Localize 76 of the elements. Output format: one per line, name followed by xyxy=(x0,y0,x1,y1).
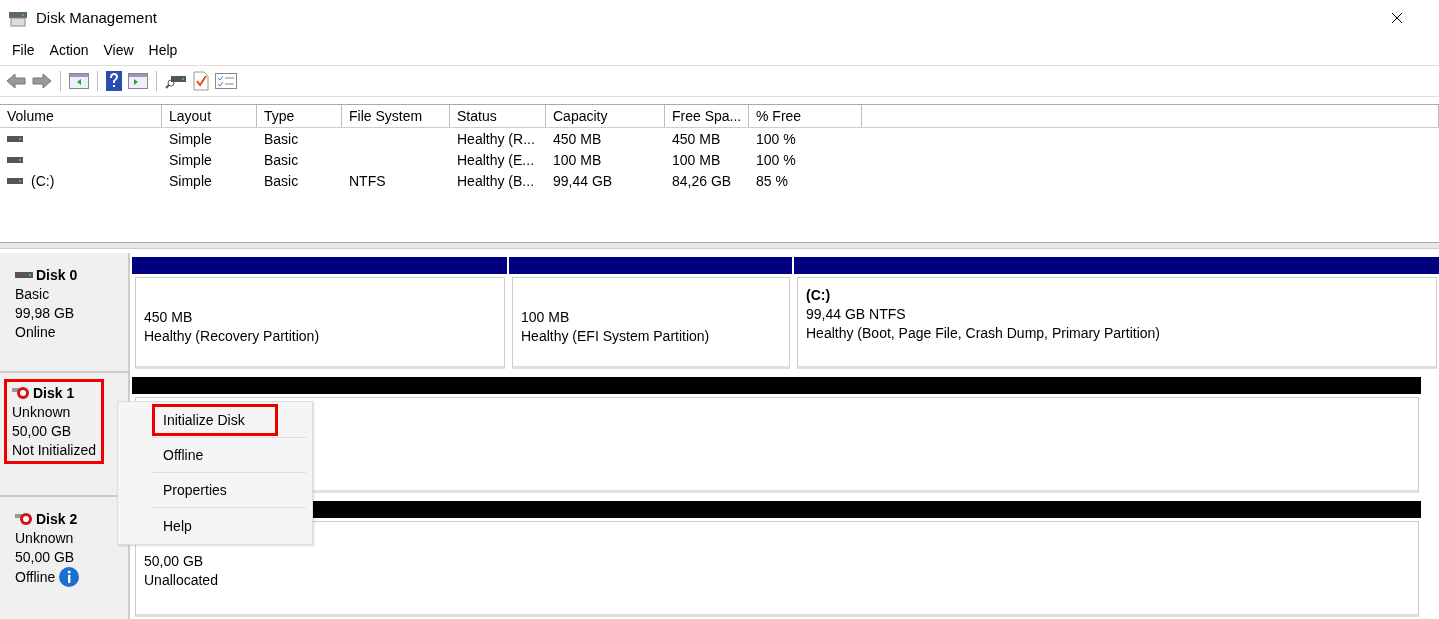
disk-drive-icon xyxy=(15,270,33,280)
table-cell: 100 MB xyxy=(672,151,721,168)
pane-right-icon[interactable] xyxy=(128,73,148,89)
disk-size: 99,98 GB xyxy=(15,304,76,322)
close-icon[interactable] xyxy=(1391,11,1403,24)
disk-type: Unknown xyxy=(15,529,75,547)
disk-status: Online xyxy=(15,323,56,341)
menu-item[interactable]: Properties xyxy=(152,474,260,506)
partition-block[interactable]: (C:) 99,44 GB NTFS Healthy (Boot, Page File, Crash Dump, Primary Partition) xyxy=(797,277,1437,369)
table-cell: Simple xyxy=(169,151,212,168)
window-title: Disk Management xyxy=(36,9,157,26)
menu-item[interactable]: File xyxy=(4,42,42,58)
volume-drive-icon xyxy=(7,176,23,185)
disk-error-icon xyxy=(15,512,33,526)
table-cell: 100 % xyxy=(756,151,796,168)
partition-status: Healthy (Recovery Partition) xyxy=(144,327,321,346)
table-cell: Basic xyxy=(264,151,299,168)
partition-block[interactable]: 100 MB Healthy (EFI System Partition) xyxy=(512,277,790,369)
table-cell: 100 % xyxy=(756,130,796,147)
table-cell: Healthy (E... xyxy=(457,151,535,168)
column-header[interactable]: Layout xyxy=(162,105,257,127)
disk-status: Not Initialized xyxy=(12,441,97,459)
table-cell: Basic xyxy=(264,130,299,147)
partition-size: 100 MB xyxy=(521,308,571,327)
table-cell: Simple xyxy=(169,172,212,189)
table-cell: NTFS xyxy=(349,172,386,189)
table-cell: (C:) xyxy=(31,172,55,189)
partition-status: Unallocated xyxy=(144,571,219,590)
info-icon[interactable] xyxy=(59,567,80,587)
volume-drive-icon xyxy=(7,155,23,164)
partition-status: Healthy (EFI System Partition) xyxy=(521,327,711,346)
disk-error-icon xyxy=(12,386,30,400)
column-header[interactable]: Status xyxy=(450,105,546,127)
checked-document-icon[interactable] xyxy=(193,71,209,91)
partition-size: 50,00 GB xyxy=(144,552,205,571)
disk-size: 50,00 GB xyxy=(15,548,76,566)
table-cell: Basic xyxy=(264,172,299,189)
menu-item[interactable]: Help xyxy=(140,42,185,58)
volume-drive-icon xyxy=(7,134,23,143)
back-arrow-icon[interactable] xyxy=(6,73,26,89)
partition-label: (C:) xyxy=(806,286,832,305)
table-cell: 84,26 GB xyxy=(672,172,732,189)
partition-status: Healthy (Boot, Page File, Crash Dump, Primary Partition) xyxy=(806,324,1161,343)
table-cell: Healthy (B... xyxy=(457,172,535,189)
partition-block[interactable]: 450 MB Healthy (Recovery Partition) xyxy=(135,277,505,369)
table-cell: Simple xyxy=(169,130,212,147)
disk-name: Disk 0 xyxy=(36,266,78,284)
table-cell: 85 % xyxy=(756,172,788,189)
disk-size: 50,00 GB xyxy=(12,422,73,440)
table-cell: Healthy (R... xyxy=(457,130,535,147)
drive-search-icon[interactable] xyxy=(165,73,187,89)
menu-item[interactable]: Offline xyxy=(152,439,237,471)
column-header[interactable]: Type xyxy=(257,105,342,127)
pane-left-icon[interactable] xyxy=(69,73,89,89)
disk-name: Disk 2 xyxy=(36,510,78,528)
column-header[interactable]: Free Spa... xyxy=(665,105,749,127)
table-cell: 99,44 GB xyxy=(553,172,613,189)
column-header[interactable]: Capacity xyxy=(546,105,665,127)
table-cell: 100 MB xyxy=(553,151,602,168)
checklist-icon[interactable] xyxy=(215,73,237,89)
disk-type: Unknown xyxy=(12,403,72,421)
table-cell: 450 MB xyxy=(672,130,721,147)
column-header[interactable]: File System xyxy=(342,105,450,127)
menu-item[interactable]: Initialize Disk xyxy=(152,404,278,436)
help-icon[interactable] xyxy=(106,71,122,91)
forward-arrow-icon[interactable] xyxy=(32,73,52,89)
partition-size: 450 MB xyxy=(144,308,194,327)
disk-name: Disk 1 xyxy=(33,384,75,402)
menu-item[interactable]: View xyxy=(95,42,141,58)
partition-size: 99,44 GB NTFS xyxy=(806,305,907,324)
disk-type: Basic xyxy=(15,285,51,303)
column-header[interactable]: % Free xyxy=(749,105,862,127)
column-header[interactable]: Volume xyxy=(0,105,162,127)
table-cell: 450 MB xyxy=(553,130,602,147)
disk-status: Offline xyxy=(15,568,56,586)
menu-item[interactable]: Action xyxy=(41,42,96,58)
